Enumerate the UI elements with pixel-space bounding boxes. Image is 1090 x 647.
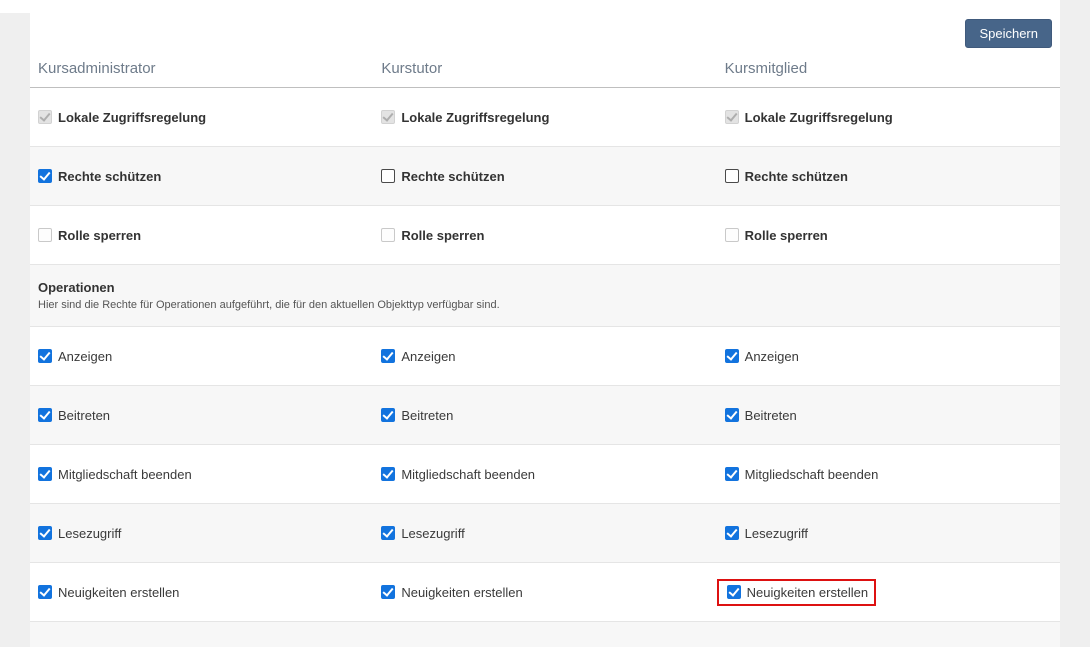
checkbox-label: Beitreten [58, 408, 110, 423]
column-header-row: Kursadministrator Kurstutor Kursmitglied [30, 50, 1060, 88]
checkbox-cell-anzeigen-admin[interactable]: Anzeigen [30, 349, 373, 364]
checkbox-label: Anzeigen [58, 349, 112, 364]
checkbox-label: Lokale Zugriffsregelung [401, 110, 549, 125]
checkbox-cell-lesezugriff-admin[interactable]: Lesezugriff [30, 526, 373, 541]
operation-row-mitgliedschaft-beenden: Mitgliedschaft beenden Mitgliedschaft be… [30, 445, 1060, 504]
checkbox-icon[interactable] [38, 585, 52, 599]
checkbox-cell-rechte-schuetzen-mitglied[interactable]: Rechte schützen [717, 169, 1060, 184]
red-highlight-annotation: Neuigkeiten erstellen [717, 579, 876, 606]
column-header-kursmitglied: Kursmitglied [717, 60, 1060, 77]
checkbox-icon[interactable] [381, 349, 395, 363]
checkbox-cell-neuigkeiten-erstellen-admin[interactable]: Neuigkeiten erstellen [30, 585, 373, 600]
checkbox-cell-beitreten-tutor[interactable]: Beitreten [373, 408, 716, 423]
checkbox-label: Rolle sperren [401, 228, 484, 243]
operation-row-neuigkeiten-erstellen: Neuigkeiten erstellen Neuigkeiten erstel… [30, 563, 1060, 622]
checkbox-label: Mitgliedschaft beenden [58, 467, 192, 482]
checkbox-icon[interactable] [381, 408, 395, 422]
checkbox-icon [38, 110, 52, 124]
checkbox-label: Lokale Zugriffsregelung [745, 110, 893, 125]
checkbox-label: Rechte schützen [58, 169, 161, 184]
checkbox-icon[interactable] [381, 169, 395, 183]
checkbox-label: Rolle sperren [58, 228, 141, 243]
checkbox-label: Rechte schützen [745, 169, 848, 184]
checkbox-cell-neuigkeiten-erstellen-tutor[interactable]: Neuigkeiten erstellen [373, 585, 716, 600]
checkbox-icon [381, 110, 395, 124]
checkbox-icon[interactable] [38, 408, 52, 422]
checkbox-icon [725, 228, 739, 242]
checkbox-label: Mitgliedschaft beenden [745, 467, 879, 482]
checkbox-icon[interactable] [725, 169, 739, 183]
checkbox-cell-mitgliedschaft-beenden-admin[interactable]: Mitgliedschaft beenden [30, 467, 373, 482]
checkbox-icon[interactable] [727, 585, 741, 599]
checkbox-label: Lesezugriff [745, 526, 808, 541]
operation-row-lesezugriff: Lesezugriff Lesezugriff Lesezugriff [30, 504, 1060, 563]
save-button[interactable]: Speichern [965, 19, 1052, 48]
rights-panel: Speichern Kursadministrator Kurstutor Ku… [30, 13, 1060, 647]
checkbox-cell-lokale-zugriffsregelung-tutor: Lokale Zugriffsregelung [373, 110, 716, 125]
checkbox-cell-anzeigen-tutor[interactable]: Anzeigen [373, 349, 716, 364]
checkbox-icon[interactable] [725, 467, 739, 481]
section-description: Hier sind die Rechte für Operationen auf… [38, 299, 1060, 311]
checkbox-cell-rolle-sperren-admin: Rolle sperren [30, 228, 373, 243]
checkbox-label: Neuigkeiten erstellen [401, 585, 522, 600]
permission-row-rechte-schuetzen: Rechte schützen Rechte schützen Rechte s… [30, 147, 1060, 206]
checkbox-label: Mitgliedschaft beenden [401, 467, 535, 482]
checkbox-cell-mitgliedschaft-beenden-tutor[interactable]: Mitgliedschaft beenden [373, 467, 716, 482]
checkbox-label: Rechte schützen [401, 169, 504, 184]
checkbox-icon[interactable] [38, 169, 52, 183]
checkbox-label: Neuigkeiten erstellen [747, 585, 868, 600]
checkbox-cell-beitreten-admin[interactable]: Beitreten [30, 408, 373, 423]
toolbar: Speichern [30, 13, 1060, 50]
operation-row-beitreten: Beitreten Beitreten Beitreten [30, 386, 1060, 445]
checkbox-icon[interactable] [38, 526, 52, 540]
section-operationen: Operationen Hier sind die Rechte für Ope… [30, 265, 1060, 327]
checkbox-icon[interactable] [725, 349, 739, 363]
checkbox-label: Lokale Zugriffsregelung [58, 110, 206, 125]
bottom-filler [30, 622, 1060, 647]
checkbox-cell-lokale-zugriffsregelung-admin: Lokale Zugriffsregelung [30, 110, 373, 125]
checkbox-label: Lesezugriff [58, 526, 121, 541]
section-title: Operationen [38, 280, 1060, 295]
checkbox-cell-rechte-schuetzen-tutor[interactable]: Rechte schützen [373, 169, 716, 184]
checkbox-icon[interactable] [381, 526, 395, 540]
checkbox-cell-mitgliedschaft-beenden-mitglied[interactable]: Mitgliedschaft beenden [717, 467, 1060, 482]
checkbox-cell-lesezugriff-tutor[interactable]: Lesezugriff [373, 526, 716, 541]
checkbox-icon [381, 228, 395, 242]
checkbox-icon [725, 110, 739, 124]
checkbox-icon[interactable] [725, 526, 739, 540]
checkbox-icon[interactable] [725, 408, 739, 422]
checkbox-icon[interactable] [381, 467, 395, 481]
column-header-kursadministrator: Kursadministrator [30, 60, 373, 77]
operation-row-anzeigen: Anzeigen Anzeigen Anzeigen [30, 327, 1060, 386]
checkbox-label: Beitreten [745, 408, 797, 423]
permission-row-lokale-zugriffsregelung: Lokale Zugriffsregelung Lokale Zugriffsr… [30, 88, 1060, 147]
checkbox-cell-beitreten-mitglied[interactable]: Beitreten [717, 408, 1060, 423]
checkbox-icon[interactable] [38, 349, 52, 363]
checkbox-cell-rolle-sperren-tutor: Rolle sperren [373, 228, 716, 243]
checkbox-label: Lesezugriff [401, 526, 464, 541]
column-header-kurstutor: Kurstutor [373, 60, 716, 77]
checkbox-label: Anzeigen [745, 349, 799, 364]
checkbox-icon[interactable] [38, 467, 52, 481]
checkbox-icon[interactable] [381, 585, 395, 599]
checkbox-cell-lokale-zugriffsregelung-mitglied: Lokale Zugriffsregelung [717, 110, 1060, 125]
permission-row-rolle-sperren: Rolle sperren Rolle sperren Rolle sperre… [30, 206, 1060, 265]
checkbox-cell-rechte-schuetzen-admin[interactable]: Rechte schützen [30, 169, 373, 184]
checkbox-cell-anzeigen-mitglied[interactable]: Anzeigen [717, 349, 1060, 364]
checkbox-label: Anzeigen [401, 349, 455, 364]
checkbox-label: Rolle sperren [745, 228, 828, 243]
checkbox-icon [38, 228, 52, 242]
checkbox-cell-lesezugriff-mitglied[interactable]: Lesezugriff [717, 526, 1060, 541]
checkbox-cell-neuigkeiten-erstellen-mitglied[interactable]: Neuigkeiten erstellen [717, 579, 1060, 606]
checkbox-label: Neuigkeiten erstellen [58, 585, 179, 600]
checkbox-cell-rolle-sperren-mitglied: Rolle sperren [717, 228, 1060, 243]
top-strip [0, 0, 1060, 13]
checkbox-label: Beitreten [401, 408, 453, 423]
